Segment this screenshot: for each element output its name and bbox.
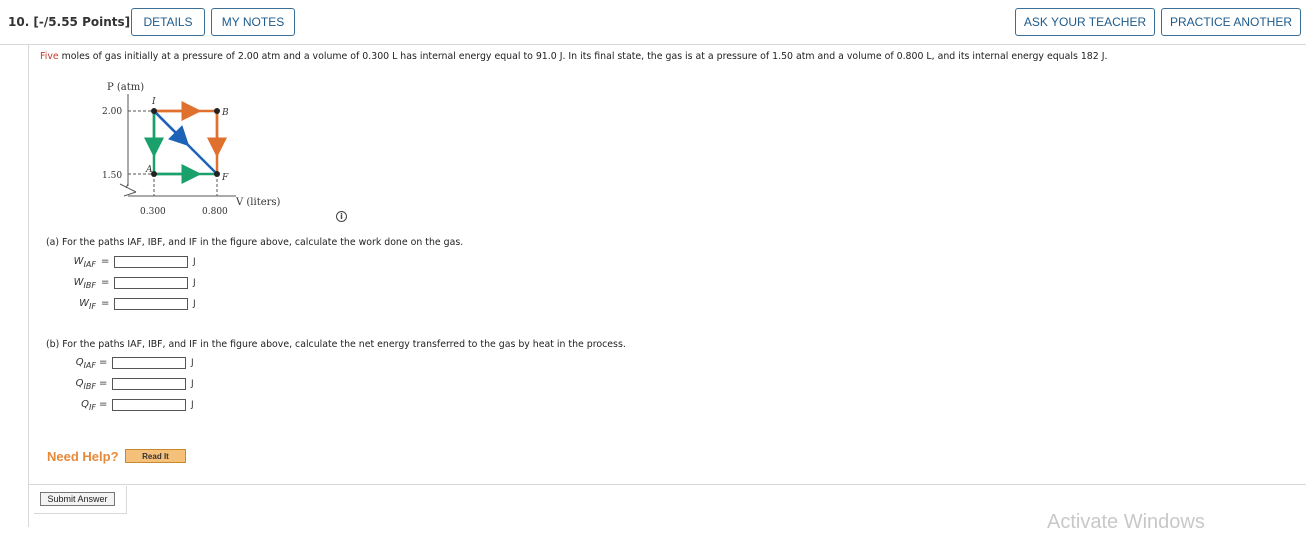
submit-answer-button[interactable]: Submit Answer bbox=[40, 492, 115, 506]
answer-input-q-iaf[interactable] bbox=[112, 357, 186, 369]
point-B-label: B bbox=[221, 108, 229, 118]
point-B-dot bbox=[214, 108, 220, 114]
equals-sign: = bbox=[101, 277, 110, 288]
part-a-prompt: (a) For the paths IAF, IBF, and IF in th… bbox=[46, 237, 464, 248]
problem-text: moles of gas initially at a pressure of … bbox=[58, 51, 1108, 62]
equals-sign: = bbox=[99, 399, 108, 410]
practice-another-button[interactable]: PRACTICE ANOTHER bbox=[1161, 8, 1301, 36]
info-icon[interactable]: i bbox=[336, 211, 347, 222]
part-b-prompt: (b) For the paths IAF, IBF, and IF in th… bbox=[46, 339, 626, 350]
point-F-label: F bbox=[221, 173, 229, 183]
y-axis-label: P (atm) bbox=[107, 82, 144, 93]
problem-statement: Five moles of gas initially at a pressur… bbox=[40, 51, 1107, 62]
unit-label: J bbox=[193, 278, 196, 288]
var-W-IBF: WIBF bbox=[73, 277, 96, 290]
ask-teacher-button[interactable]: ASK YOUR TEACHER bbox=[1015, 8, 1155, 36]
answer-input-q-if[interactable] bbox=[112, 399, 186, 411]
x-tick-0-800: 0.800 bbox=[202, 207, 228, 217]
equals-sign: = bbox=[99, 357, 108, 368]
axis-break-bottom bbox=[123, 191, 137, 197]
answer-input-w-if[interactable] bbox=[114, 298, 188, 310]
equals-sign: = bbox=[101, 256, 110, 267]
var-Q-IF: QIF bbox=[81, 399, 96, 412]
var-W-IAF: WIAF bbox=[73, 256, 96, 269]
randomized-value: Five bbox=[40, 51, 59, 62]
details-button[interactable]: DETAILS bbox=[131, 8, 205, 36]
point-A-label: A bbox=[145, 165, 153, 175]
read-it-button[interactable]: Read It bbox=[125, 449, 186, 463]
answer-input-w-ibf[interactable] bbox=[114, 277, 188, 289]
x-tick-0-300: 0.300 bbox=[140, 207, 166, 217]
point-F-dot bbox=[214, 171, 220, 177]
unit-label: J bbox=[191, 400, 194, 410]
var-Q-IBF: QIBF bbox=[75, 378, 96, 391]
point-I-label: I bbox=[151, 97, 156, 107]
need-help-label: Need Help? bbox=[47, 449, 119, 464]
equals-sign: = bbox=[99, 378, 108, 389]
question-number: 10. [-/5.55 Points] bbox=[8, 15, 131, 29]
unit-label: J bbox=[193, 257, 196, 267]
y-tick-1-50: 1.50 bbox=[102, 171, 122, 181]
question-header: 10. [-/5.55 Points] DETAILS MY NOTES ASK… bbox=[0, 0, 1306, 45]
unit-label: J bbox=[191, 358, 194, 368]
y-tick-2-00: 2.00 bbox=[102, 107, 122, 117]
unit-label: J bbox=[191, 379, 194, 389]
unit-label: J bbox=[193, 299, 196, 309]
pv-diagram: P (atm) 2.00 1.50 0.300 0.800 V (liters)… bbox=[102, 82, 281, 217]
var-W-IF: WIF bbox=[79, 298, 96, 311]
var-Q-IAF: QIAF bbox=[75, 357, 96, 370]
equals-sign: = bbox=[101, 298, 110, 309]
windows-activation-watermark: Activate Windows bbox=[1047, 511, 1205, 533]
answer-input-q-ibf[interactable] bbox=[112, 378, 186, 390]
arrow-IF bbox=[153, 110, 190, 147]
point-I-dot bbox=[151, 108, 157, 114]
answer-input-w-iaf[interactable] bbox=[114, 256, 188, 268]
x-axis-label: V (liters) bbox=[235, 197, 281, 208]
my-notes-button[interactable]: MY NOTES bbox=[211, 8, 295, 36]
